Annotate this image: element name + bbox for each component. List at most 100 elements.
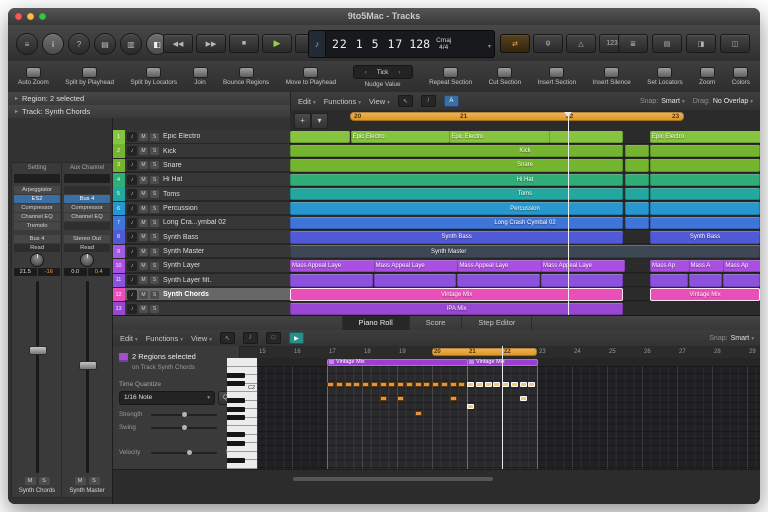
track-row-10[interactable]: 10 ♪ M S Synth Layer Mass Appeal Laye Mass App… [112, 259, 760, 273]
metronome-button[interactable]: △ [566, 34, 596, 53]
pointer-tool-button[interactable]: ↖ [219, 332, 235, 344]
solo-button[interactable]: S [150, 276, 159, 285]
mute-button[interactable]: M [139, 132, 148, 141]
track-row-7[interactable]: 7 ♪ M S Long Cra...ymbal 02 Long Crash Cymbal… [112, 216, 760, 230]
minimize-button[interactable] [27, 13, 34, 20]
midi-note[interactable] [502, 381, 509, 387]
channel-strip-slot[interactable]: ES2 [14, 195, 60, 203]
strength-slider-thumb[interactable] [182, 411, 188, 417]
region-block[interactable]: Epic Electro [350, 130, 451, 144]
region-block[interactable] [290, 216, 624, 230]
swing-slider[interactable] [151, 424, 217, 430]
region-block[interactable] [723, 274, 760, 287]
region-block[interactable] [625, 144, 649, 158]
automation-mode-button[interactable]: Read [14, 244, 60, 252]
catch-playhead-button[interactable]: ▶ [288, 332, 304, 344]
region-block[interactable]: Vintage Mix [290, 288, 624, 301]
track-header[interactable]: 9 ♪ M S Synth Master [112, 244, 290, 259]
solo-button[interactable]: S [150, 161, 159, 170]
channel-strip-slot[interactable]: Compressor [64, 204, 110, 212]
midi-note[interactable] [397, 396, 404, 402]
horizontal-scrollbar[interactable] [293, 477, 493, 481]
pointer-tool-button[interactable]: ↖ [397, 95, 413, 107]
fader-thumb[interactable] [29, 345, 47, 355]
track-row-11[interactable]: 11 ♪ M S Synth Layer filt. [112, 273, 760, 288]
channel-strip-slot[interactable]: Bus 4 [64, 195, 110, 203]
channel-strip-slot[interactable] [64, 222, 110, 230]
lcd-time-signature[interactable]: 4/4 [436, 44, 451, 51]
track-inspector-header[interactable]: Track: Synth Chords [8, 105, 298, 119]
mute-button[interactable]: M [139, 175, 148, 184]
volume-value[interactable]: 0.0 [64, 268, 87, 276]
region-block[interactable] [290, 202, 624, 215]
rewind-button[interactable]: ◀◀ [163, 34, 193, 53]
midi-note[interactable] [370, 381, 378, 387]
mixer-button[interactable]: ▥ [120, 33, 142, 55]
region-block[interactable] [290, 144, 624, 158]
midi-note[interactable] [458, 381, 466, 387]
solo-button[interactable]: S [150, 190, 159, 199]
midi-note[interactable] [379, 396, 387, 402]
toolbar-set-locators-button[interactable]: Set Locators [647, 67, 683, 86]
mute-button[interactable]: M [139, 304, 148, 313]
region-block[interactable]: Mass Ap [650, 259, 690, 273]
track-header[interactable]: 5 ♪ M S Toms [112, 187, 290, 201]
close-button[interactable] [15, 13, 22, 20]
track-row-9[interactable]: 9 ♪ M S Synth Master Synth Master [112, 244, 760, 259]
snap-menu[interactable]: Smart [661, 98, 684, 105]
midi-note[interactable] [405, 381, 413, 387]
piano-roll-grid[interactable] [257, 366, 760, 469]
tracks-view-menu[interactable]: View [369, 97, 390, 106]
track-lane[interactable]: Synth Bass Synth Bass [290, 230, 760, 245]
channel-eq-thumbnail[interactable] [64, 174, 110, 183]
midi-note[interactable] [362, 381, 369, 387]
solo-button[interactable]: S [150, 304, 159, 313]
piano-key-black[interactable] [227, 406, 245, 412]
tab-step-editor[interactable]: Step Editor [461, 316, 533, 330]
list-editors-button[interactable]: ≣ [618, 34, 648, 53]
lcd-key-signature[interactable]: Cmaj [436, 37, 451, 44]
track-row-13[interactable]: 13 ♪ M S IPA Mix [112, 302, 760, 315]
region-block[interactable] [625, 187, 649, 201]
tuner-button[interactable]: ψ [533, 34, 563, 53]
solo-button[interactable]: S [38, 477, 50, 485]
automation-toggle-button[interactable]: A [443, 95, 459, 107]
solo-button[interactable]: S [150, 218, 159, 227]
piano-key-black[interactable] [227, 372, 245, 378]
note-pads-button[interactable]: ▤ [652, 34, 682, 53]
pan-knob[interactable] [80, 252, 94, 267]
region-block[interactable]: Mass Appeal Laye [457, 259, 543, 273]
region-block[interactable]: Epic Electro [449, 130, 551, 144]
region-block[interactable] [650, 187, 760, 201]
mute-button[interactable]: M [139, 233, 148, 242]
fader-thumb[interactable] [79, 361, 97, 371]
title-bar[interactable]: 9to5Mac - Tracks [8, 8, 760, 26]
region-inspector-header[interactable]: Region: 2 selected [8, 92, 298, 106]
region-block[interactable] [688, 274, 723, 287]
region-block[interactable] [625, 159, 649, 172]
solo-button[interactable]: S [150, 132, 159, 141]
piano-key-black[interactable] [227, 432, 245, 438]
mute-button[interactable]: M [139, 218, 148, 227]
cycle-region[interactable] [350, 112, 684, 121]
tracks-functions-menu[interactable]: Functions [324, 97, 361, 106]
pencil-tool-button[interactable]: / [242, 332, 258, 344]
region-block[interactable]: Mass Appeal Laye [540, 259, 626, 273]
solo-button[interactable]: S [150, 233, 159, 242]
tracks-edit-menu[interactable]: Edit [298, 97, 316, 106]
region-block[interactable] [290, 274, 373, 287]
bar-ruler[interactable]: + ▾ 20212223 [290, 110, 760, 131]
lcd-options-icon[interactable] [488, 35, 494, 53]
track-header[interactable]: 8 ♪ M S Synth Bass [112, 230, 290, 245]
mute-button[interactable]: M [139, 261, 148, 270]
editor-view-menu[interactable]: View [191, 334, 212, 343]
region-block[interactable]: Synth Master [290, 245, 760, 258]
region-block[interactable] [548, 130, 624, 144]
track-header[interactable]: 4 ♪ M S Hi Hat [112, 173, 290, 187]
piano-key-black[interactable] [227, 415, 245, 421]
midi-note[interactable] [519, 381, 527, 387]
toolbar-cut-section-button[interactable]: Cut Section [489, 67, 521, 86]
track-header[interactable]: 11 ♪ M S Synth Layer filt. [112, 273, 290, 288]
solo-button[interactable]: S [150, 247, 159, 256]
region-block[interactable] [457, 274, 541, 287]
